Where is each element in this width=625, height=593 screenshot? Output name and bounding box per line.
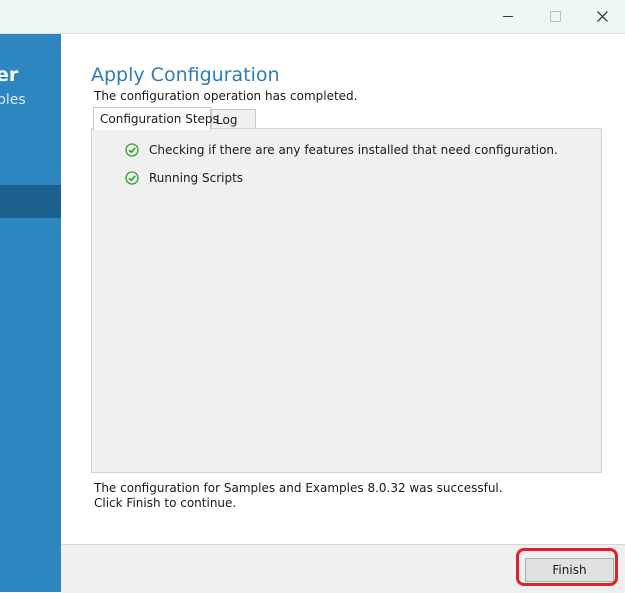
close-icon	[596, 11, 608, 22]
check-circle-icon	[125, 143, 139, 157]
result-message: The configuration for Samples and Exampl…	[94, 481, 503, 511]
close-button[interactable]	[579, 0, 625, 33]
finish-button[interactable]: Finish	[525, 558, 614, 582]
step-label: Checking if there are any features insta…	[149, 143, 558, 157]
minimize-button[interactable]	[485, 0, 531, 33]
sidebar: er ples	[0, 34, 61, 592]
maximize-icon	[549, 11, 561, 22]
footer-bar: Finish	[61, 544, 625, 593]
sidebar-product-subtitle: ples	[0, 92, 26, 108]
step-item: Checking if there are any features insta…	[125, 141, 558, 159]
step-item: Running Scripts	[125, 169, 243, 187]
configuration-steps-panel: Checking if there are any features insta…	[91, 128, 602, 473]
minimize-icon	[503, 16, 513, 17]
sidebar-product-title: er	[0, 64, 19, 86]
page-title: Apply Configuration	[91, 64, 280, 86]
maximize-button[interactable]	[532, 0, 578, 33]
result-line-success: The configuration for Samples and Exampl…	[94, 481, 503, 495]
title-bar	[0, 0, 625, 34]
step-label: Running Scripts	[149, 171, 244, 185]
main-content: Apply Configuration The configuration op…	[61, 34, 625, 544]
sidebar-item-selected[interactable]	[0, 185, 61, 218]
status-text: The configuration operation has complete…	[94, 89, 358, 103]
check-circle-icon	[125, 171, 139, 185]
result-line-instruction: Click Finish to continue.	[94, 496, 237, 510]
tab-configuration-steps[interactable]: Configuration Steps	[93, 107, 219, 130]
